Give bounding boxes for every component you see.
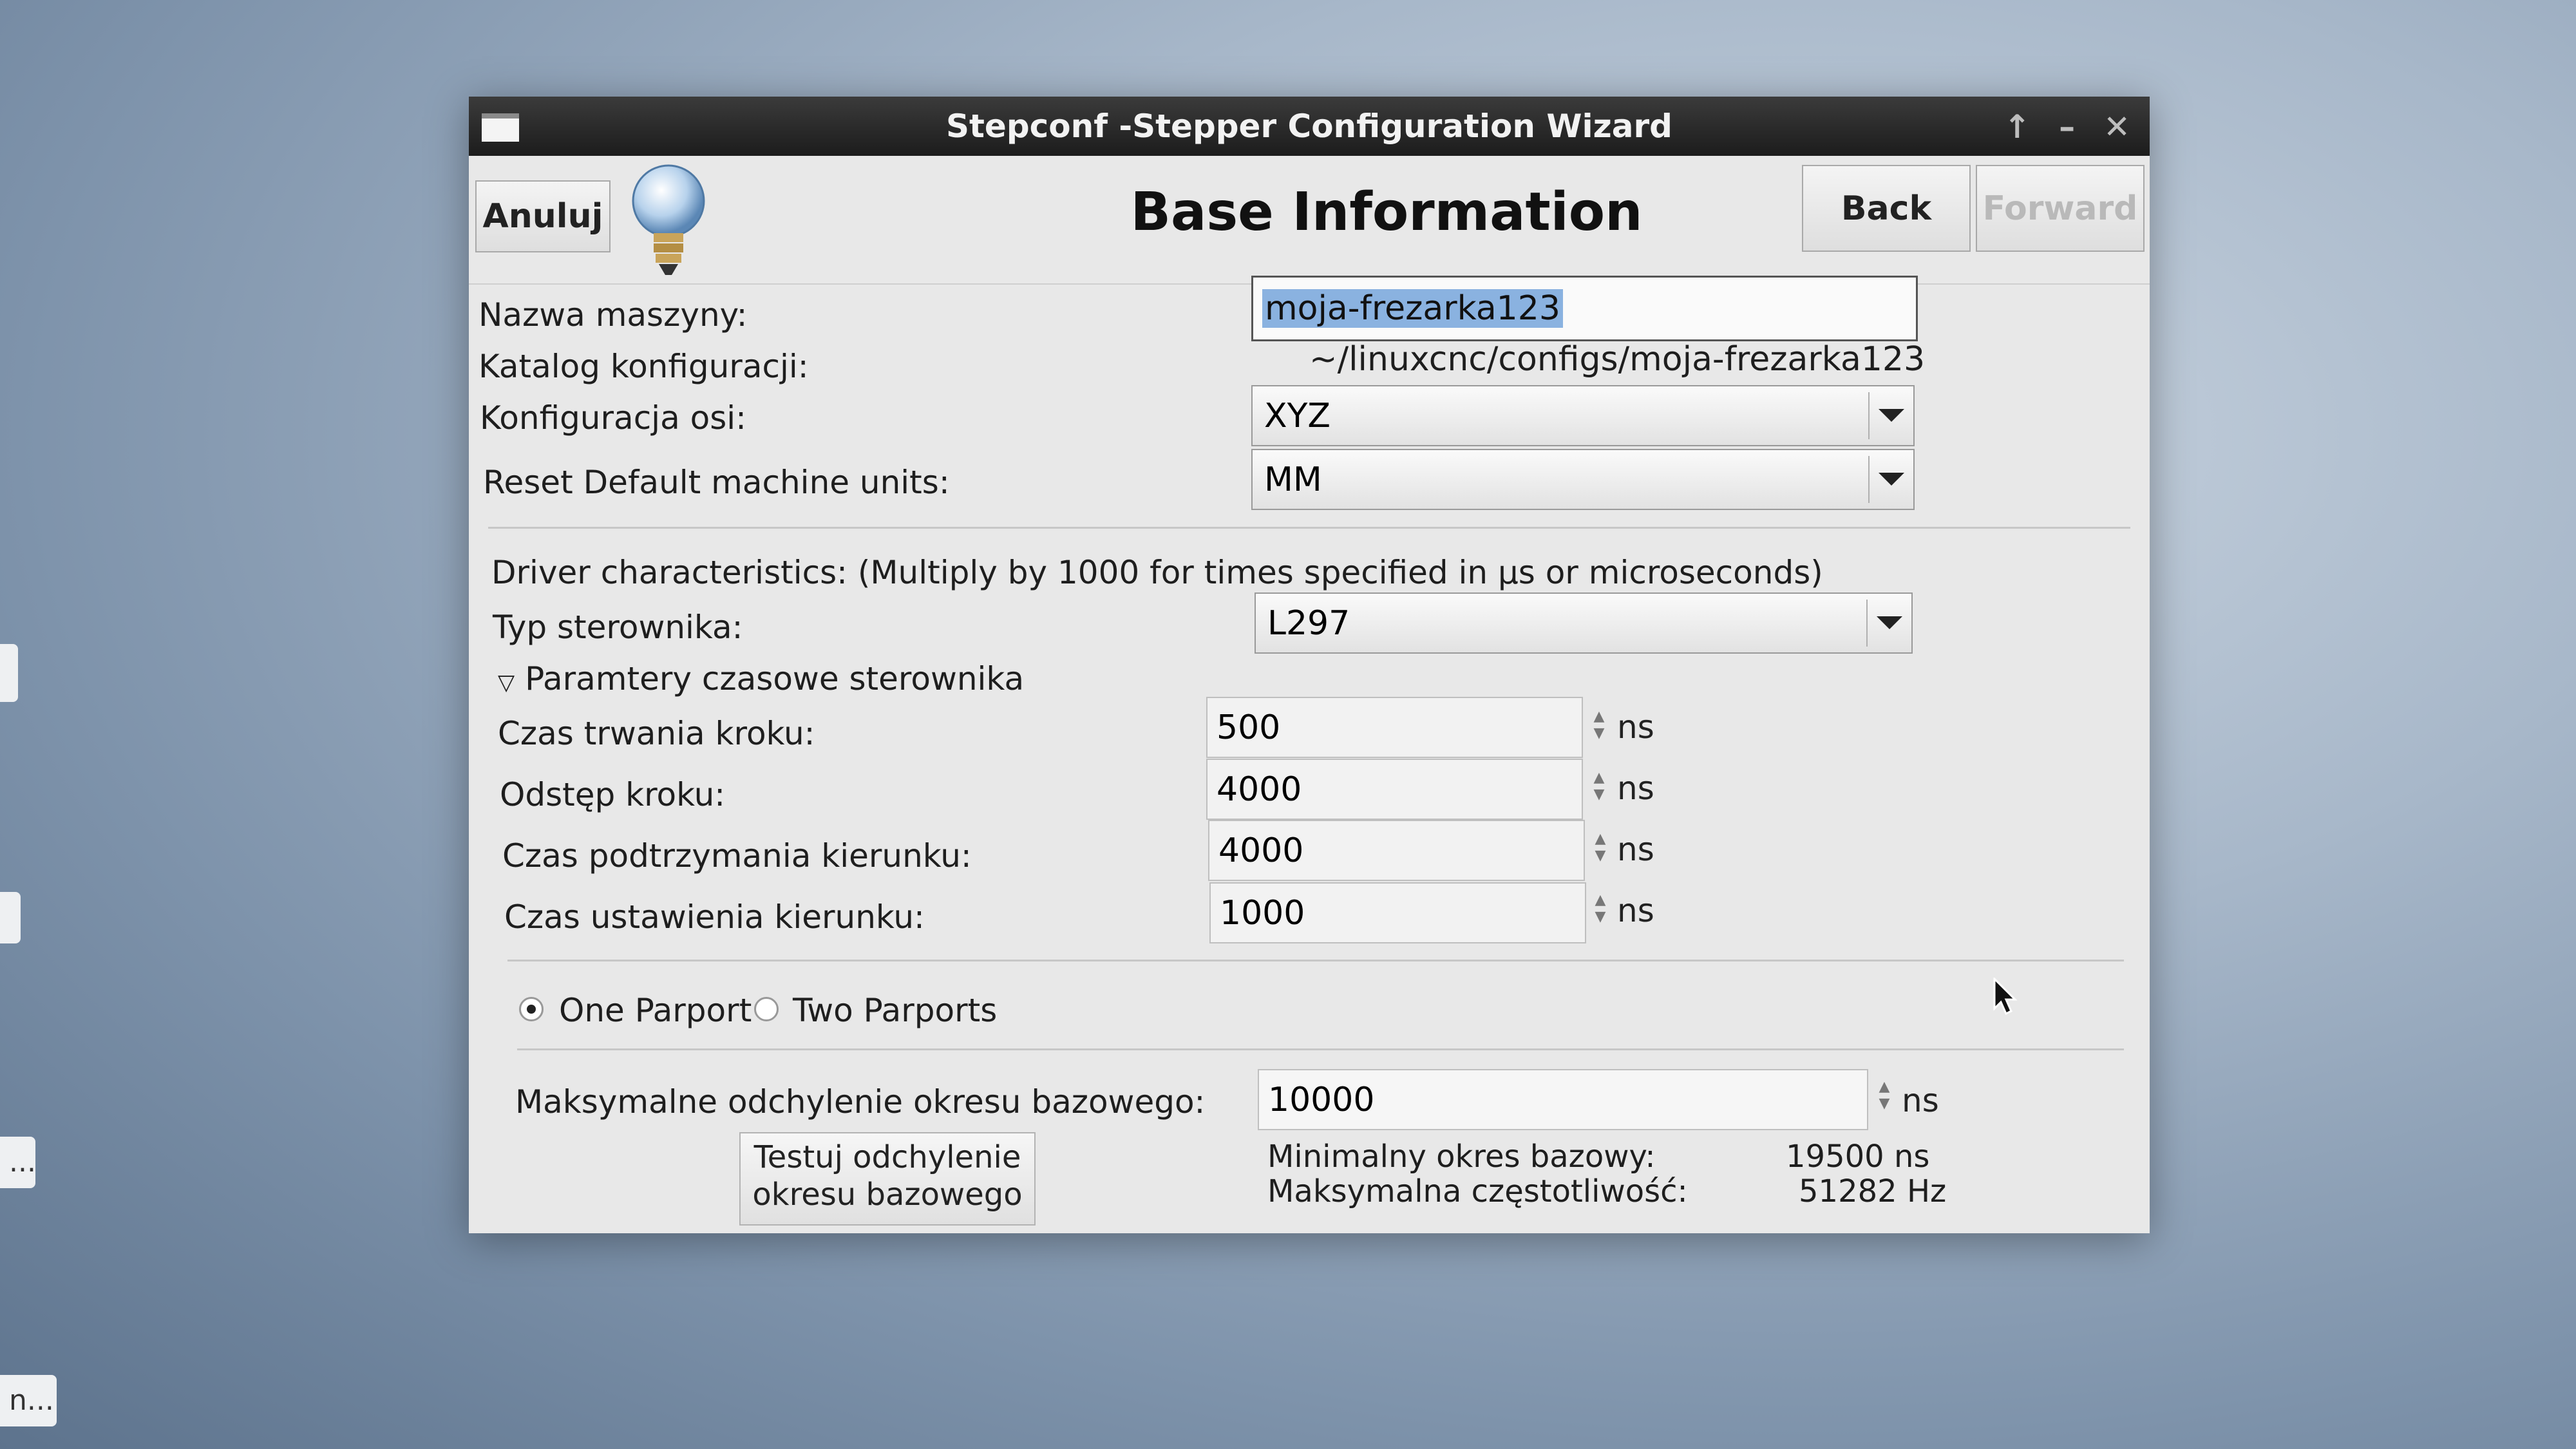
driver-type-dropdown[interactable]: L297 — [1255, 592, 1913, 654]
step-time-stepper[interactable]: ▲ ▼ — [1589, 708, 1609, 742]
machine-name-field[interactable]: moja-frezarka123 — [1251, 276, 1918, 341]
machine-units-dropdown[interactable]: MM — [1251, 449, 1915, 510]
desktop-tab-4[interactable]: n... — [0, 1375, 57, 1426]
mouse-cursor-icon — [1993, 978, 2018, 1016]
config-dir-value: ~/linuxcnc/configs/moja-frezarka123 — [1309, 340, 1926, 379]
maximize-icon[interactable]: ↑ — [2003, 108, 2031, 146]
dir-hold-unit: ns — [1617, 831, 1654, 868]
max-frequency-label: Maksymalna częstotliwość: — [1267, 1173, 1688, 1209]
dir-hold-label: Czas podtrzymania kierunku: — [502, 837, 972, 875]
max-jitter-stepper[interactable]: ▲ ▼ — [1875, 1079, 1894, 1112]
axis-config-label: Konfiguracja osi: — [480, 399, 746, 437]
expander-arrow-icon: ▽ — [498, 670, 515, 696]
step-time-unit: ns — [1617, 708, 1654, 746]
desktop-tab-1[interactable] — [0, 644, 18, 702]
separator — [488, 527, 2130, 529]
axis-config-dropdown[interactable]: XYZ — [1251, 385, 1915, 446]
window-menu-icon[interactable] — [482, 113, 519, 142]
minimize-icon[interactable]: – — [2059, 108, 2075, 146]
close-icon[interactable]: ✕ — [2103, 108, 2130, 146]
one-parport-label[interactable]: One Parport — [559, 992, 752, 1029]
min-base-period-value: 19500 ns — [1786, 1139, 1930, 1175]
separator — [507, 960, 2124, 961]
desktop-tab-3[interactable]: ... — [0, 1137, 36, 1188]
stepconf-window: Stepconf -Stepper Configuration Wizard ↑… — [469, 97, 2150, 1233]
max-jitter-label: Maksymalne odchylenie okresu bazowego: — [515, 1083, 1206, 1121]
wizard-header: Anuluj Base Information Back Forward — [469, 156, 2150, 285]
dropdown-arrow-icon[interactable] — [1868, 392, 1913, 439]
step-space-unit: ns — [1617, 770, 1654, 807]
min-base-period-label: Minimalny okres bazowy: — [1267, 1139, 1656, 1175]
dir-hold-stepper[interactable]: ▲ ▼ — [1591, 831, 1610, 864]
dir-setup-stepper[interactable]: ▲ ▼ — [1591, 892, 1610, 925]
machine-units-label: Reset Default machine units: — [483, 464, 950, 501]
step-space-spinbox[interactable]: 4000 — [1206, 759, 1583, 820]
machine-name-label: Nazwa maszyny: — [478, 296, 748, 334]
driver-heading: Driver characteristics: (Multiply by 100… — [491, 554, 1823, 591]
config-dir-label: Katalog konfiguracji: — [478, 348, 809, 385]
dir-setup-spinbox[interactable]: 1000 — [1209, 882, 1586, 943]
dropdown-arrow-icon[interactable] — [1868, 456, 1913, 503]
test-jitter-button[interactable]: Testuj odchylenie okresu bazowego — [739, 1132, 1036, 1226]
step-space-stepper[interactable]: ▲ ▼ — [1589, 770, 1609, 803]
desktop-tab-2[interactable] — [0, 892, 21, 943]
two-parports-label[interactable]: Two Parports — [793, 992, 997, 1029]
step-time-spinbox[interactable]: 500 — [1206, 697, 1583, 758]
step-time-label: Czas trwania kroku: — [498, 715, 815, 752]
dropdown-arrow-icon[interactable] — [1866, 600, 1911, 647]
timing-expander[interactable]: ▽ Paramtery czasowe sterownika — [498, 660, 1024, 697]
titlebar[interactable]: Stepconf -Stepper Configuration Wizard ↑… — [469, 97, 2150, 156]
max-jitter-spinbox[interactable]: 10000 — [1258, 1069, 1868, 1130]
forward-button[interactable]: Forward — [1976, 165, 2145, 252]
window-title: Stepconf -Stepper Configuration Wizard — [946, 108, 1672, 145]
separator — [517, 1048, 2124, 1050]
back-button[interactable]: Back — [1802, 165, 1971, 252]
two-parports-radio[interactable] — [754, 997, 779, 1021]
dir-hold-spinbox[interactable]: 4000 — [1208, 820, 1585, 881]
max-frequency-value: 51282 Hz — [1799, 1173, 1947, 1209]
one-parport-radio[interactable] — [519, 997, 544, 1021]
max-jitter-unit: ns — [1902, 1082, 1939, 1119]
dir-setup-unit: ns — [1617, 892, 1654, 929]
step-space-label: Odstęp kroku: — [500, 776, 726, 813]
dir-setup-label: Czas ustawienia kierunku: — [504, 898, 925, 936]
driver-type-label: Typ sterownika: — [493, 609, 743, 646]
